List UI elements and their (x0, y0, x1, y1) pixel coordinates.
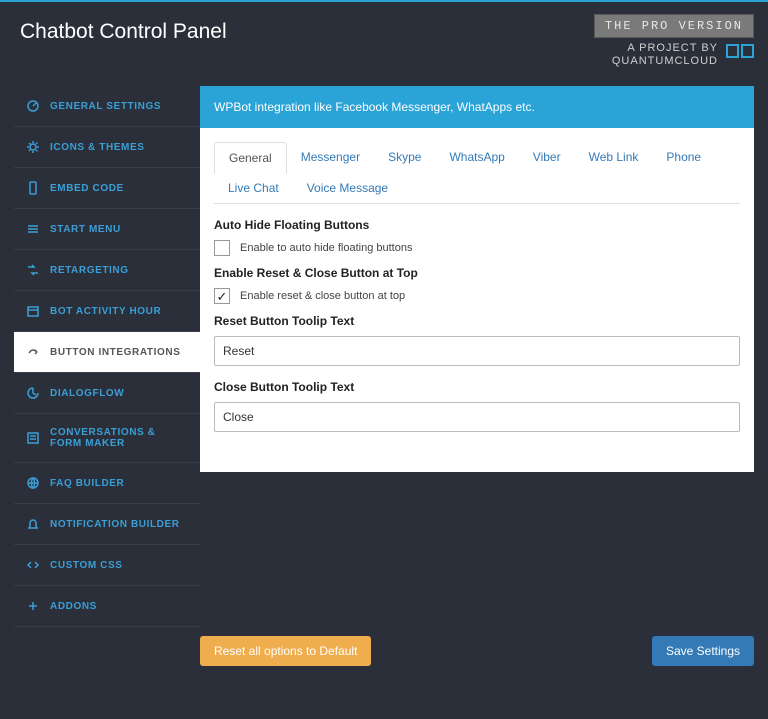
sidebar-item-label: Icons & Themes (50, 142, 145, 153)
mobile-icon (26, 181, 40, 195)
globe-icon (26, 476, 40, 490)
tab-live-chat[interactable]: Live Chat (214, 173, 293, 203)
menu-icon (26, 222, 40, 236)
sidebar: General Settings Icons & Themes Embed Code… (14, 86, 200, 666)
panel-banner: WPBot integration like Facebook Messenge… (200, 86, 754, 128)
sidebar-item-label: DialogFlow (50, 388, 124, 399)
sidebar-item-bot-activity-hour[interactable]: Bot Activity Hour (14, 291, 200, 332)
close-tooltip-heading: Close Button Toolip Text (214, 380, 740, 394)
gear-icon (26, 140, 40, 154)
sidebar-item-start-menu[interactable]: Start Menu (14, 209, 200, 250)
pro-version-badge: THE PRO VERSION (594, 14, 754, 38)
tab-messenger[interactable]: Messenger (287, 142, 374, 173)
tab-general[interactable]: General (214, 142, 287, 174)
code-icon (26, 558, 40, 572)
page-title: Chatbot Control Panel (20, 20, 227, 44)
calendar-icon (26, 304, 40, 318)
sidebar-item-custom-css[interactable]: Custom CSS (14, 545, 200, 586)
sidebar-item-retargeting[interactable]: Retargeting (14, 250, 200, 291)
sidebar-item-label: Button Integrations (50, 347, 180, 358)
close-tooltip-input[interactable] (214, 402, 740, 432)
sidebar-item-icons-themes[interactable]: Icons & Themes (14, 127, 200, 168)
sidebar-item-button-integrations[interactable]: Button Integrations (14, 332, 200, 373)
sidebar-item-label: Start Menu (50, 224, 121, 235)
sidebar-item-embed-code[interactable]: Embed Code (14, 168, 200, 209)
brand-line2: QUANTUMCLOUD (612, 55, 718, 68)
reset-close-checkbox[interactable] (214, 288, 230, 304)
reset-close-heading: Enable Reset & Close Button at Top (214, 266, 740, 280)
sidebar-item-faq-builder[interactable]: FAQ Builder (14, 463, 200, 504)
sidebar-item-general-settings[interactable]: General Settings (14, 86, 200, 127)
tab-skype[interactable]: Skype (374, 142, 435, 173)
reset-tooltip-input[interactable] (214, 336, 740, 366)
tab-phone[interactable]: Phone (652, 142, 715, 173)
sidebar-item-label: Custom CSS (50, 560, 123, 571)
tabs: GeneralMessengerSkypeWhatsAppViberWeb Li… (214, 142, 740, 204)
bell-icon (26, 517, 40, 531)
sidebar-item-label: FAQ Builder (50, 478, 124, 489)
dialog-icon (26, 386, 40, 400)
share-icon (26, 345, 40, 359)
tab-viber[interactable]: Viber (519, 142, 575, 173)
plus-icon (26, 599, 40, 613)
sidebar-item-addons[interactable]: Addons (14, 586, 200, 627)
sidebar-item-label: Notification Builder (50, 519, 180, 530)
retarget-icon (26, 263, 40, 277)
sidebar-item-notification-builder[interactable]: Notification Builder (14, 504, 200, 545)
auto-hide-label: Enable to auto hide floating buttons (240, 242, 412, 254)
sidebar-item-label: Embed Code (50, 183, 124, 194)
save-settings-button[interactable]: Save Settings (652, 636, 754, 666)
reset-tooltip-heading: Reset Button Toolip Text (214, 314, 740, 328)
sidebar-item-conversations-form-maker[interactable]: Conversations & Form Maker (14, 414, 200, 463)
tab-voice-message[interactable]: Voice Message (293, 173, 402, 203)
sidebar-item-dialogflow[interactable]: DialogFlow (14, 373, 200, 414)
auto-hide-checkbox[interactable] (214, 240, 230, 256)
sidebar-item-label: General Settings (50, 101, 161, 112)
auto-hide-heading: Auto Hide Floating Buttons (214, 218, 740, 232)
branding-block: THE PRO VERSION A PROJECT BY QUANTUMCLOU… (594, 14, 754, 68)
brand-line1: A PROJECT BY (612, 42, 718, 55)
quantumcloud-logo-icon (726, 44, 754, 66)
reset-defaults-button[interactable]: Reset all options to Default (200, 636, 371, 666)
dashboard-icon (26, 99, 40, 113)
tab-web-link[interactable]: Web Link (575, 142, 653, 173)
reset-close-label: Enable reset & close button at top (240, 290, 405, 302)
sidebar-item-label: Retargeting (50, 265, 129, 276)
form-icon (26, 431, 40, 445)
sidebar-item-label: Bot Activity Hour (50, 306, 161, 317)
sidebar-item-label: Addons (50, 601, 97, 612)
tab-whatsapp[interactable]: WhatsApp (435, 142, 518, 173)
sidebar-item-label: Conversations & Form Maker (50, 427, 190, 449)
